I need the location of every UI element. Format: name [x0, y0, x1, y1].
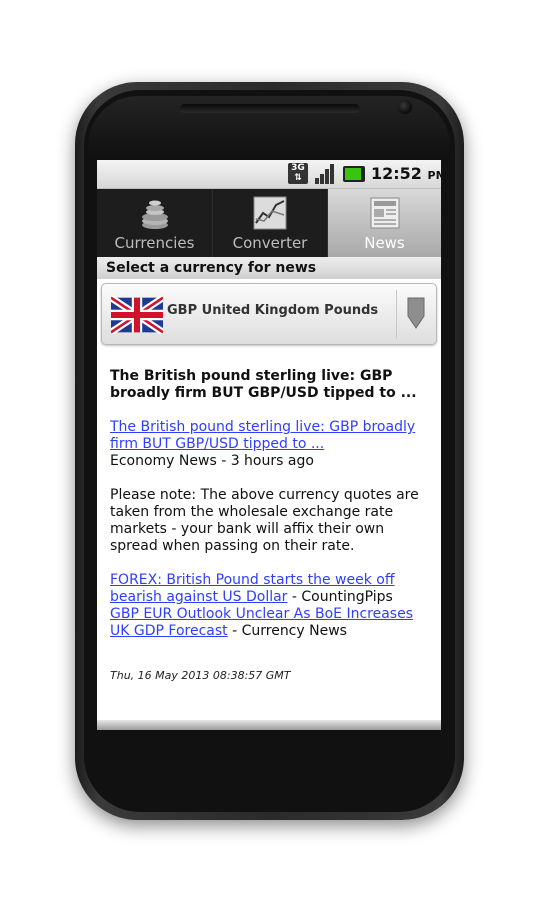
dropdown-button[interactable] — [396, 290, 435, 338]
status-bar: 3G⇅ 12:52 PM — [97, 160, 441, 189]
battery-icon — [343, 166, 365, 182]
news-source: - Currency News — [227, 623, 347, 639]
news-headline: The British pound sterling live: GBP bro… — [110, 368, 417, 401]
news-content: The British pound sterling live: GBP bro… — [110, 368, 436, 684]
status-time: 12:52 PM — [371, 164, 441, 183]
currency-dropdown[interactable]: GBP United Kingdom Pounds — [101, 283, 437, 345]
section-header: Select a currency for news — [97, 257, 441, 279]
tab-label: Currencies — [114, 234, 195, 252]
chart-icon — [253, 196, 287, 230]
coins-icon — [141, 200, 168, 229]
news-timestamp: Thu, 16 May 2013 08:38:57 GMT — [110, 669, 291, 682]
news-item-1: The British pound sterling live: GBP bro… — [110, 419, 436, 470]
news-source: - CountingPips — [287, 589, 393, 605]
signal-strength-icon — [315, 164, 337, 184]
network-3g-icon: 3G ⇅ — [288, 163, 308, 184]
screen: 3G⇅ 12:52 PM Currencies Convert — [97, 160, 441, 730]
earpiece-speaker — [180, 104, 360, 113]
news-link[interactable]: The British pound sterling live: GBP bro… — [110, 419, 415, 452]
disclaimer-note: Please note: The above currency quotes a… — [110, 487, 419, 554]
tab-label: Converter — [232, 234, 308, 252]
selected-currency: GBP United Kingdom Pounds — [167, 303, 379, 318]
newspaper-icon — [370, 197, 399, 229]
news-item-2: FOREX: British Pound starts the week off… — [110, 572, 436, 606]
tab-label: News — [364, 234, 405, 252]
bottom-fade — [97, 720, 441, 730]
news-source: Economy News - 3 hours ago — [110, 453, 314, 469]
tab-currencies[interactable]: Currencies — [97, 189, 213, 257]
dropdown-arrow-icon — [407, 297, 425, 329]
front-camera — [398, 100, 412, 114]
tab-bar: Currencies Converter News — [97, 189, 441, 257]
uk-flag-icon — [111, 296, 163, 334]
news-item-3: GBP EUR Outlook Unclear As BoE Increases… — [110, 606, 436, 640]
tab-converter[interactable]: Converter — [213, 189, 328, 257]
tab-news[interactable]: News — [328, 189, 441, 257]
